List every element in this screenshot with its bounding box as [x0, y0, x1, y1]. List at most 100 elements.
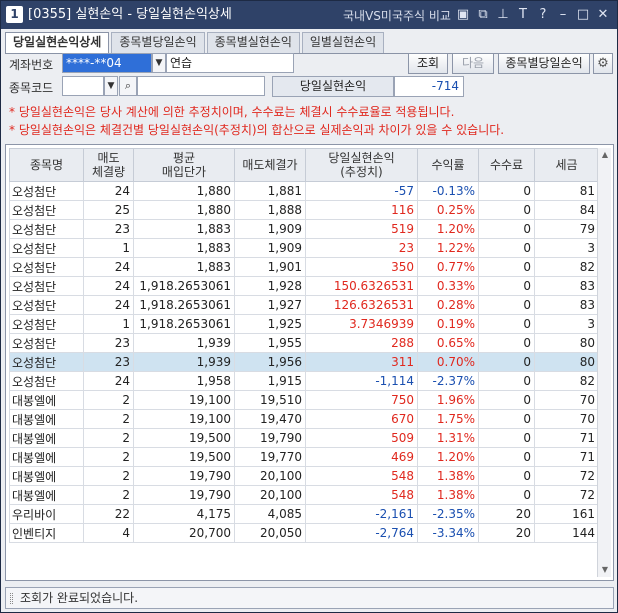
table-row[interactable]: 오성첨단 1 1,918.2653061 1,925 3.7346939 0.19% 0 3: [9, 314, 599, 334]
item-code-dropdown-icon[interactable]: ▼: [104, 76, 118, 96]
column-header[interactable]: 종목명: [9, 148, 84, 182]
vertical-scrollbar[interactable]: ▲ ▼: [597, 148, 611, 577]
cell-tax: 84: [534, 200, 599, 220]
column-header-label: 당일실현손익: [328, 151, 395, 165]
table-row[interactable]: 오성첨단 24 1,883 1,901 350 0.77% 0 82: [9, 257, 599, 277]
table-row[interactable]: 오성첨단 24 1,958 1,915 -1,114 -2.37% 0 82: [9, 371, 599, 391]
column-header[interactable]: 평균 매입단가: [133, 148, 235, 182]
table-row[interactable]: 인벤티지 4 20,700 20,050 -2,764 -3.34% 20 144: [9, 523, 599, 543]
table-row[interactable]: 오성첨단 24 1,918.2653061 1,928 150.6326531 0.33%…: [9, 276, 599, 296]
cell-sell-quantity: 22: [83, 504, 134, 524]
cell-sell-quantity: 2: [83, 428, 134, 448]
column-header[interactable]: 당일실현손익 (추정치): [305, 148, 418, 182]
window-title: [0355] 실현손익 - 당일실현손익상세: [28, 7, 232, 22]
daily-pnl-label: 당일실현손익: [272, 76, 394, 97]
search-icon[interactable]: ⌕: [119, 76, 137, 96]
account-number-field[interactable]: ****-**04: [62, 53, 152, 73]
tab-daily-realized-pnl[interactable]: 일별실현손익: [301, 32, 385, 53]
table-row[interactable]: 오성첨단 1 1,883 1,909 23 1.22% 0 3: [9, 238, 599, 258]
cell-avg-buy-price: 4,175: [133, 504, 235, 524]
column-header[interactable]: 매도체결가: [234, 148, 306, 182]
cell-avg-buy-price: 1,918.2653061: [133, 314, 235, 334]
table-row[interactable]: 대봉엘에 2 19,100 19,470 670 1.75% 0 70: [9, 409, 599, 429]
cell-return-rate: 0.33%: [417, 276, 479, 296]
scroll-down-icon[interactable]: ▼: [598, 563, 612, 577]
pin-icon[interactable]: ⊥: [495, 6, 511, 24]
font-size-icon[interactable]: T: [515, 6, 531, 24]
cell-realized-pnl: -2,764: [305, 523, 418, 543]
item-code-input[interactable]: [62, 76, 104, 96]
scroll-up-icon[interactable]: ▲: [598, 148, 612, 162]
cell-sell-quantity: 23: [83, 219, 134, 239]
table-row[interactable]: 오성첨단 23 1,939 1,955 288 0.65% 0 80: [9, 333, 599, 353]
status-message: 조회가 완료되었습니다.: [20, 591, 139, 605]
cell-sell-price: 19,790: [234, 428, 306, 448]
item-daily-pnl-button[interactable]: 종목별당일손익: [498, 53, 590, 74]
cell-tax: 3: [534, 314, 599, 334]
cell-realized-pnl: 509: [305, 428, 418, 448]
cell-sell-price: 1,881: [234, 181, 306, 201]
window-icon[interactable]: ▣: [455, 6, 471, 24]
column-header[interactable]: 수익률: [417, 148, 479, 182]
tab-daily-realized-detail[interactable]: 당일실현손익상세: [5, 32, 110, 54]
tab-item-daily-pnl[interactable]: 종목별당일손익: [111, 32, 205, 53]
compare-link[interactable]: 국내VS미국주식 비교: [343, 7, 451, 24]
cell-return-rate: 1.38%: [417, 466, 479, 486]
cell-realized-pnl: -2,161: [305, 504, 418, 524]
cell-realized-pnl: 519: [305, 219, 418, 239]
realized-pnl-window: 1 [0355] 실현손익 - 당일실현손익상세 국내VS미국주식 비교 ▣ ⧉…: [0, 0, 618, 613]
tab-item-realized-pnl[interactable]: 종목별실현손익: [206, 32, 300, 53]
maximize-icon[interactable]: □: [575, 6, 591, 24]
cell-return-rate: 1.20%: [417, 219, 479, 239]
help-icon[interactable]: ?: [535, 6, 551, 24]
cell-item-name: 오성첨단: [9, 200, 84, 220]
gear-icon[interactable]: ⚙: [593, 53, 613, 74]
table-row[interactable]: 오성첨단 24 1,918.2653061 1,927 126.6326531 0.28%…: [9, 295, 599, 315]
cell-tax: 70: [534, 409, 599, 429]
cell-sell-price: 20,100: [234, 485, 306, 505]
cell-tax: 71: [534, 428, 599, 448]
column-header[interactable]: 매도 체결량: [83, 148, 134, 182]
table-row[interactable]: 대봉엘에 2 19,500 19,790 509 1.31% 0 71: [9, 428, 599, 448]
column-header[interactable]: 수수료: [478, 148, 535, 182]
table-row[interactable]: 오성첨단 23 1,939 1,956 311 0.70% 0 80: [9, 352, 599, 372]
account-dropdown-icon[interactable]: ▼: [152, 53, 166, 73]
item-code-row: 종목코드 ▼ ⌕ 당일실현손익 -714: [5, 76, 613, 98]
cell-avg-buy-price: 19,500: [133, 447, 235, 467]
cell-item-name: 오성첨단: [9, 352, 84, 372]
cell-fee: 20: [478, 523, 535, 543]
table-row[interactable]: 대봉엘에 2 19,790 20,100 548 1.38% 0 72: [9, 485, 599, 505]
cell-item-name: 대봉엘에: [9, 390, 84, 410]
cell-realized-pnl: 750: [305, 390, 418, 410]
cell-item-name: 오성첨단: [9, 333, 84, 353]
cell-realized-pnl: 350: [305, 257, 418, 277]
cell-sell-price: 1,915: [234, 371, 306, 391]
cell-sell-quantity: 4: [83, 523, 134, 543]
close-icon[interactable]: ✕: [595, 6, 611, 24]
cell-sell-quantity: 2: [83, 466, 134, 486]
table-row[interactable]: 대봉엘에 2 19,100 19,510 750 1.96% 0 70: [9, 390, 599, 410]
cell-sell-quantity: 24: [83, 295, 134, 315]
cell-avg-buy-price: 20,700: [133, 523, 235, 543]
cell-fee: 20: [478, 504, 535, 524]
cell-fee: 0: [478, 390, 535, 410]
table-row[interactable]: 대봉엘에 2 19,790 20,100 548 1.38% 0 72: [9, 466, 599, 486]
table-row[interactable]: 오성첨단 25 1,880 1,888 116 0.25% 0 84: [9, 200, 599, 220]
column-header[interactable]: 세금: [534, 148, 599, 182]
cell-fee: 0: [478, 200, 535, 220]
minimize-icon[interactable]: –: [555, 6, 571, 24]
next-button[interactable]: 다음: [452, 53, 494, 74]
cell-sell-quantity: 23: [83, 352, 134, 372]
column-header-sublabel: 매입단가: [161, 165, 207, 179]
cell-fee: 0: [478, 181, 535, 201]
table-row[interactable]: 오성첨단 24 1,880 1,881 -57 -0.13% 0 81: [9, 181, 599, 201]
cell-sell-price: 1,928: [234, 276, 306, 296]
table-row[interactable]: 대봉엘에 2 19,500 19,770 469 1.20% 0 71: [9, 447, 599, 467]
table-row[interactable]: 오성첨단 23 1,883 1,909 519 1.20% 0 79: [9, 219, 599, 239]
restore-window-icon[interactable]: ⧉: [475, 6, 491, 24]
title-bar[interactable]: 1 [0355] 실현손익 - 당일실현손익상세 국내VS미국주식 비교 ▣ ⧉…: [1, 1, 617, 29]
cell-return-rate: 1.75%: [417, 409, 479, 429]
table-row[interactable]: 우리바이 22 4,175 4,085 -2,161 -2.35% 20 161: [9, 504, 599, 524]
query-button[interactable]: 조회: [408, 53, 448, 74]
title-bar-icons: ▣ ⧉ ⊥ T ? – □ ✕: [455, 6, 611, 24]
